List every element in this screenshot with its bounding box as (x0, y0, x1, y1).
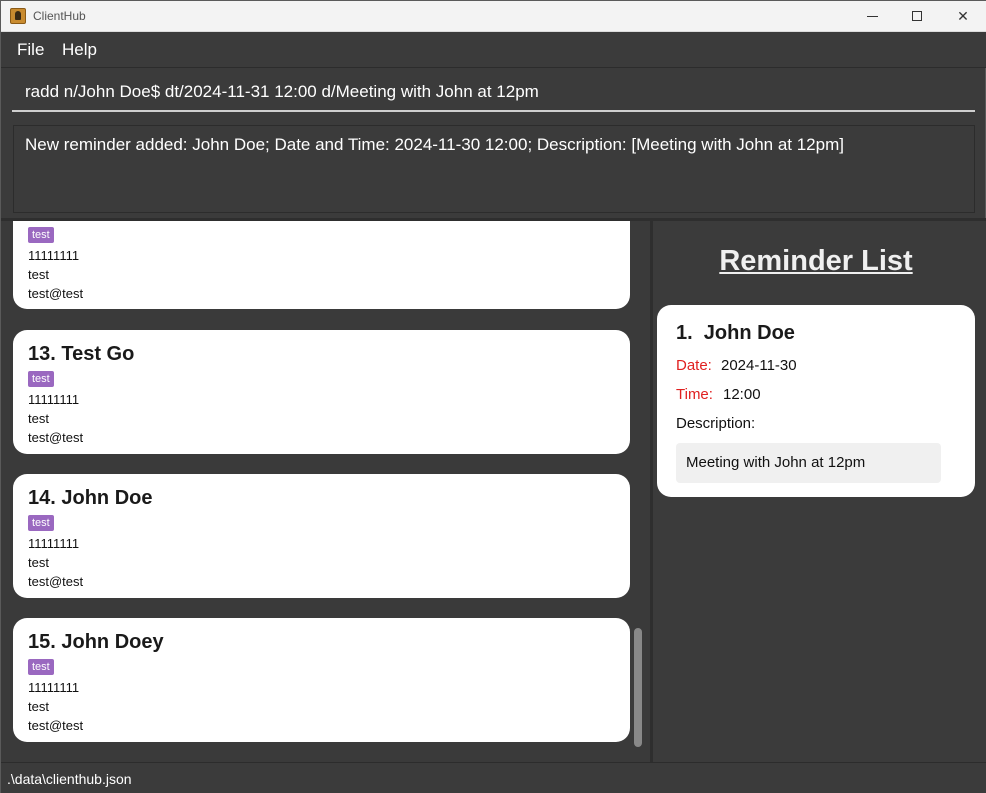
reminder-time: 12:00 (723, 386, 761, 403)
reminder-card[interactable]: 1. John Doe Date: 2024-11-30 Time: 12:00… (657, 305, 975, 497)
scrollbar-thumb[interactable] (634, 628, 642, 747)
person-list[interactable]: test 11111111 test test@test 13. Test Go… (1, 221, 650, 762)
result-message: New reminder added: John Doe; Date and T… (25, 135, 844, 154)
person-tag: test (28, 659, 54, 675)
reminder-description-label: Description: (676, 415, 756, 432)
close-button[interactable]: ✕ (940, 1, 986, 31)
maximize-icon (912, 11, 922, 21)
minimize-button[interactable] (849, 1, 895, 31)
person-address: test (28, 267, 49, 282)
menu-bar: File Help (1, 32, 986, 68)
reminder-name: 1. John Doe (676, 322, 795, 344)
person-name: 14. John Doe (28, 487, 153, 509)
reminder-date: 2024-11-30 (721, 357, 797, 374)
person-email: test@test (28, 718, 84, 733)
title-bar: ClientHub ✕ (1, 1, 986, 32)
reminder-description-box: Meeting with John at 12pm (676, 443, 941, 483)
data-file-path: .\data\clienthub.json (7, 771, 132, 787)
maximize-button[interactable] (894, 1, 940, 31)
person-tag: test (28, 515, 54, 531)
person-phone: 11111111 (28, 680, 80, 695)
close-icon: ✕ (957, 7, 969, 24)
person-name: 15. John Doey (28, 631, 164, 653)
command-input[interactable] (12, 73, 975, 110)
reminder-description: Meeting with John at 12pm (686, 454, 866, 471)
person-card[interactable]: test 11111111 test test@test (13, 221, 630, 309)
person-phone: 11111111 (28, 536, 80, 551)
app-window: ClientHub ✕ File Help New reminder added… (0, 0, 986, 793)
result-display: New reminder added: John Doe; Date and T… (13, 125, 975, 213)
person-email: test@test (28, 574, 84, 589)
app-logo-icon (10, 8, 26, 24)
reminder-list-title: Reminder List (719, 245, 913, 277)
menu-file[interactable]: File (17, 40, 44, 60)
person-email: test@test (28, 430, 84, 445)
person-card[interactable]: 14. John Doe test 11111111 test test@tes… (13, 474, 630, 598)
person-address: test (28, 411, 49, 426)
person-address: test (28, 699, 49, 714)
person-tag: test (28, 227, 54, 243)
person-email: test@test (28, 286, 84, 301)
person-tag: test (28, 371, 54, 387)
menu-help[interactable]: Help (62, 40, 97, 60)
minimize-icon (866, 15, 878, 17)
reminder-panel: Reminder List 1. John Doe Date: 2024-11-… (653, 221, 986, 762)
person-card[interactable]: 15. John Doey test 11111111 test test@te… (13, 618, 630, 742)
person-phone: 11111111 (28, 248, 80, 263)
person-name: 13. Test Go (28, 343, 135, 365)
reminder-time-label: Time: (676, 386, 713, 403)
window-title: ClientHub (33, 9, 86, 23)
status-bar: .\data\clienthub.json (1, 762, 986, 793)
reminder-date-label: Date: (676, 357, 712, 374)
person-phone: 11111111 (28, 392, 80, 407)
person-card[interactable]: 13. Test Go test 11111111 test test@test (13, 330, 630, 454)
person-address: test (28, 555, 49, 570)
command-box (12, 73, 975, 112)
